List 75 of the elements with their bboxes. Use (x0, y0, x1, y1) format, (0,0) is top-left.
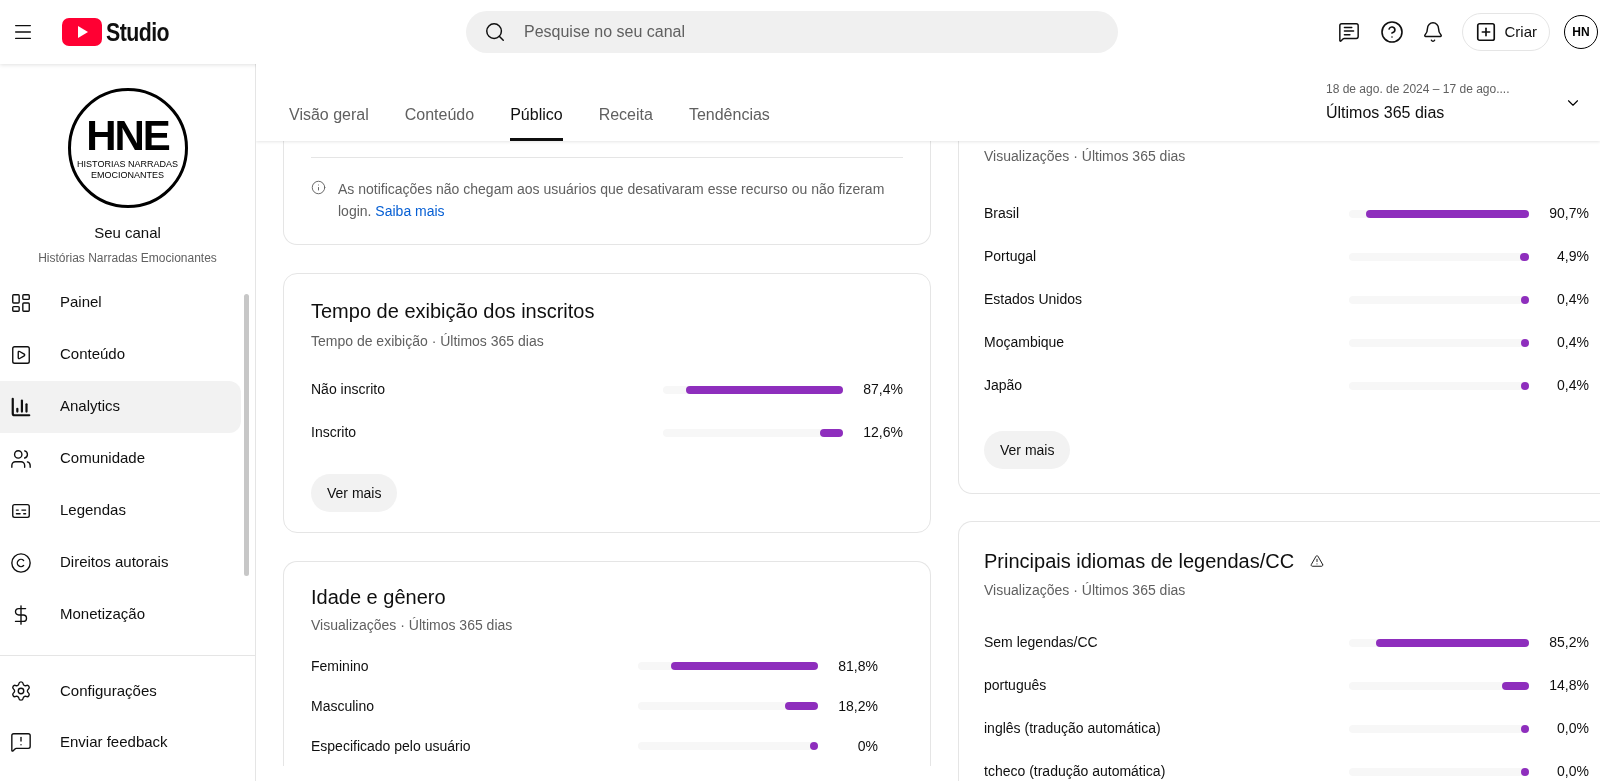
nav-item[interactable]: Conteúdo (0, 328, 241, 381)
row-value: 0,4% (1556, 290, 1589, 309)
row-label: Masculino (311, 696, 376, 716)
nav-item[interactable]: Monetização (0, 588, 241, 641)
learn-more-link[interactable]: Saiba mais (375, 203, 445, 219)
nav-item[interactable]: Enviar feedback (0, 716, 255, 768)
row-value: 81,8% (837, 656, 878, 676)
copyright-icon (10, 551, 32, 574)
see-more-button[interactable]: Ver mais (311, 474, 398, 512)
nav-item[interactable]: Configurações (0, 665, 255, 717)
row-label: tcheco (tradução automática) (984, 762, 1167, 781)
row-label: Inscrito (311, 423, 358, 442)
notice-text: As notificações não chegam aos usuários que desativaram esse recurso ou não fizeram login. Saiba mais (338, 180, 886, 221)
video-icon (10, 343, 32, 366)
info-icon (311, 180, 326, 195)
channel-title: Seu canal (94, 223, 161, 243)
tab[interactable]: Conteúdo (404, 93, 475, 141)
row-label: Especificado pelo usuário (311, 736, 472, 756)
row-label: português (984, 676, 1048, 695)
avatar[interactable]: HN (1564, 15, 1598, 49)
row-value: 4,9% (1556, 247, 1589, 266)
card-subtitle: Visualizações · Últimos 365 dias (311, 616, 514, 635)
tab[interactable]: Visão geral (289, 93, 369, 141)
play-logo-icon (62, 18, 102, 46)
nav-item[interactable]: Painel (0, 276, 241, 329)
row-value: 12,6% (862, 423, 903, 442)
tab[interactable]: Receita (598, 93, 653, 141)
period-label: Últimos 365 dias (1326, 102, 1446, 123)
row-value: 85,2% (1548, 633, 1589, 652)
row-value: 0,0% (1556, 762, 1589, 781)
see-more-button[interactable]: Ver mais (984, 431, 1071, 469)
row-value: 87,4% (862, 380, 903, 399)
card-title: Principais idiomas de legendas/CC (984, 549, 1295, 574)
notifications-icon[interactable] (1421, 21, 1444, 43)
tab[interactable]: Público (510, 93, 563, 141)
nav-item[interactable]: Comunidade (0, 432, 241, 485)
row-value: 14,8% (1548, 676, 1589, 695)
row-value: 0% (856, 736, 878, 756)
row-label: Feminino (311, 656, 370, 676)
row-label: Não inscrito (311, 380, 386, 399)
card-title: Tempo de exibição dos inscritos (311, 299, 596, 324)
search-icon (484, 21, 506, 43)
row-label: inglês (tradução automática) (984, 719, 1162, 738)
row-label: Japão (984, 376, 1024, 395)
logo-text: Studio (106, 15, 170, 49)
comment-icon[interactable] (1337, 21, 1360, 43)
people-icon (10, 447, 32, 470)
row-value: 0,0% (1556, 719, 1589, 738)
card-subtitle: Visualizações · Últimos 365 dias (984, 147, 1187, 166)
settings-icon (10, 680, 32, 702)
row-label: Brasil (984, 204, 1020, 223)
row-label: Moçambique (984, 333, 1066, 352)
row-label: Portugal (984, 247, 1038, 266)
bar-chart-icon (10, 395, 32, 418)
row-value: 0,4% (1556, 333, 1589, 352)
nav-item[interactable]: Analytics (0, 380, 241, 433)
channel-logo[interactable]: HNE HISTORIAS NARRADAS EMOCIONANTES (67, 88, 188, 208)
card-title: Idade e gênero (311, 585, 447, 610)
row-label: Sem legendas/CC (984, 633, 1099, 652)
channel-name: Histórias Narradas Emocionantes (38, 249, 217, 267)
date-range: 18 de ago. de 2024 – 17 de ago.... (1326, 81, 1510, 98)
add-video-icon (1474, 21, 1497, 43)
feedback-icon (10, 731, 32, 753)
search-field[interactable]: Pesquise no seu canal (466, 11, 1118, 53)
row-value: 0,4% (1556, 376, 1589, 395)
card-subtitle: Visualizações · Últimos 365 dias (984, 581, 1187, 600)
tab[interactable]: Tendências (688, 93, 770, 141)
nav-item[interactable]: Direitos autorais (0, 536, 241, 589)
card-subtitle: Tempo de exibição · Últimos 365 dias (311, 332, 545, 351)
row-value: 18,2% (837, 696, 878, 716)
dashboard-icon (10, 291, 32, 314)
help-icon[interactable] (1379, 20, 1404, 44)
row-label: Estados Unidos (984, 290, 1084, 309)
nav-item[interactable]: Legendas (0, 484, 241, 537)
row-value: 90,7% (1548, 204, 1589, 223)
